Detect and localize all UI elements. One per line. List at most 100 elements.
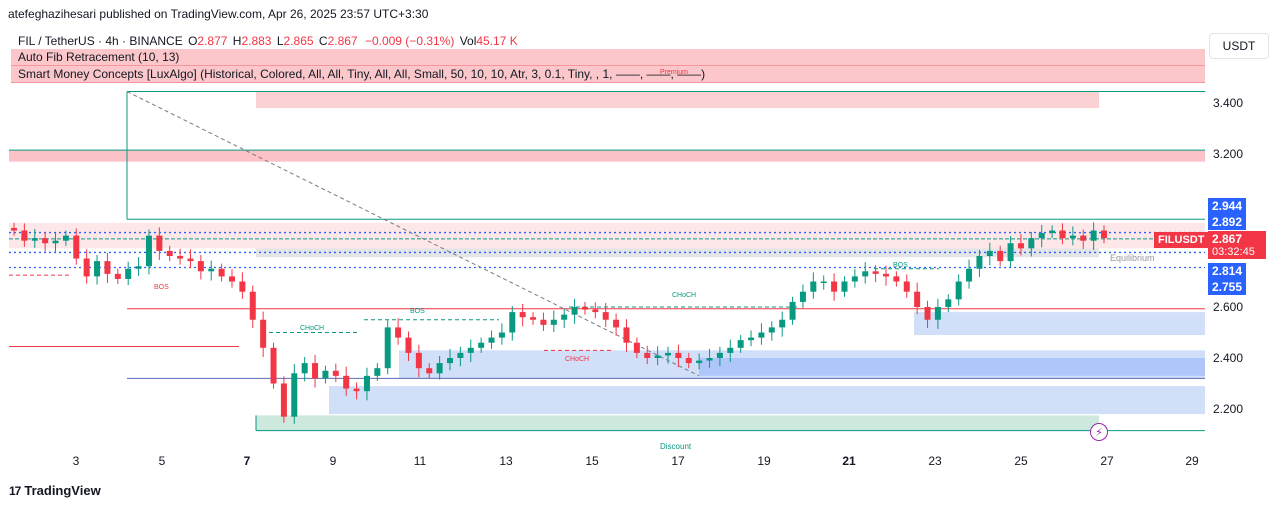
candle-body <box>478 342 485 348</box>
candle-body <box>197 261 204 272</box>
candle-body <box>488 337 495 343</box>
ohlc-close: 2.867 <box>327 34 358 48</box>
candle-body <box>727 347 734 353</box>
x-tick: 15 <box>585 454 599 468</box>
candle-body <box>519 312 526 318</box>
candle-body <box>457 352 464 358</box>
candle-body <box>903 281 910 292</box>
symbol-label[interactable]: FIL / TetherUS · 4h · BINANCE <box>18 34 183 48</box>
candle-body <box>986 250 993 256</box>
candle-body <box>260 319 267 348</box>
ohlc-low: 2.865 <box>283 34 314 48</box>
bos-label-3: BOS <box>893 262 908 269</box>
price-label-2944: 2.944 <box>1208 198 1247 214</box>
candle-body <box>696 360 703 364</box>
tradingview-footer[interactable]: 17 TradingView <box>9 483 101 498</box>
candle-body <box>145 235 152 267</box>
candle-body <box>208 268 215 272</box>
ohlc-high: 2.883 <box>241 34 272 48</box>
candle-body <box>405 337 412 353</box>
candle-body <box>831 281 838 292</box>
candle-body <box>976 256 983 269</box>
candle-body <box>955 281 962 300</box>
candle-body <box>1017 243 1024 249</box>
equilibrium-label: Equilibrium <box>1110 253 1155 263</box>
x-tick: 27 <box>1100 454 1114 468</box>
candle-body <box>1038 233 1045 239</box>
tradingview-logo-icon: 17 <box>9 483 21 498</box>
candle-body <box>571 307 578 315</box>
candle-body <box>426 368 433 374</box>
candle-body <box>644 352 651 358</box>
candle-body <box>229 276 235 282</box>
chart-legend: FIL / TetherUS · 4h · BINANCE O2.877 H2.… <box>11 33 1205 83</box>
x-tick: 5 <box>158 454 166 468</box>
legend-symbol-row[interactable]: FIL / TetherUS · 4h · BINANCE O2.877 H2.… <box>11 33 1205 49</box>
candle-body <box>1028 238 1035 249</box>
axis-tick-2400: 2.400 <box>1213 351 1244 365</box>
candle-body <box>11 227 17 231</box>
candle-body <box>52 240 59 244</box>
candle-body <box>343 375 350 389</box>
volume-label: Vol <box>459 34 477 48</box>
candle-body <box>633 342 640 353</box>
candle-body <box>322 370 329 379</box>
candle-body <box>73 235 80 259</box>
demand-zone-3 <box>329 386 1205 415</box>
candle-body <box>561 314 568 320</box>
current-price: 2.867 <box>1212 232 1243 246</box>
ohlc-open-label: O <box>188 34 198 48</box>
bos-label-2: BOS <box>410 308 425 315</box>
candle-body <box>135 266 142 269</box>
currency-button[interactable]: USDT <box>1209 33 1269 59</box>
candle-body <box>592 309 599 313</box>
candle-body <box>270 347 277 384</box>
candle-body <box>810 281 817 292</box>
candle-body <box>540 319 547 325</box>
candle-body <box>31 238 38 241</box>
candle-body <box>395 327 402 338</box>
axis-tick-2200: 2.200 <box>1213 402 1244 416</box>
x-tick: 9 <box>329 454 337 468</box>
candle-body <box>218 268 225 277</box>
candle-body <box>737 340 744 348</box>
premium-zone <box>256 91 1099 109</box>
candle-body <box>353 388 360 392</box>
x-tick: 23 <box>928 454 942 468</box>
ohlc-open: 2.877 <box>197 34 228 48</box>
candle-body <box>685 358 692 364</box>
candle-body <box>966 268 973 282</box>
bos-label-1: BOS <box>154 284 169 291</box>
candle-body <box>363 375 370 392</box>
x-tick: 11 <box>413 454 427 468</box>
candle-body <box>94 261 101 277</box>
legend-smc-indicator[interactable]: Smart Money Concepts [LuxAlgo] (Historic… <box>11 66 1205 83</box>
candle-body <box>125 268 132 279</box>
candle-body <box>332 370 339 376</box>
volume-value: 45.17 K <box>476 34 518 48</box>
choch-label-3: CHoCH <box>672 292 697 299</box>
tradingview-brand: TradingView <box>24 483 101 498</box>
candle-body <box>374 368 381 376</box>
current-price-box: 2.867 03:32:45 <box>1208 231 1266 259</box>
candle-body <box>467 347 474 353</box>
candle-body <box>530 317 537 320</box>
x-tick: 19 <box>757 454 771 468</box>
candle-body <box>509 312 516 333</box>
x-tick: 21 <box>842 454 856 468</box>
candle-body <box>177 256 184 259</box>
candle-body <box>1101 230 1107 239</box>
candle-body <box>883 273 889 277</box>
x-tick: 29 <box>1185 454 1199 468</box>
chart-plot-area[interactable] <box>9 30 1205 470</box>
candle-body <box>779 319 786 328</box>
candle-body <box>415 352 422 369</box>
candle-body <box>156 235 163 251</box>
axis-tick-2600: 2.600 <box>1213 300 1244 314</box>
lightning-icon[interactable]: ⚡ <box>1090 423 1108 441</box>
legend-fib-indicator[interactable]: Auto Fib Retracement (10, 13) <box>11 49 1205 66</box>
candle-body <box>665 352 671 356</box>
discount-zone <box>256 415 1099 431</box>
x-tick: 3 <box>72 454 80 468</box>
candle-body <box>83 258 90 277</box>
